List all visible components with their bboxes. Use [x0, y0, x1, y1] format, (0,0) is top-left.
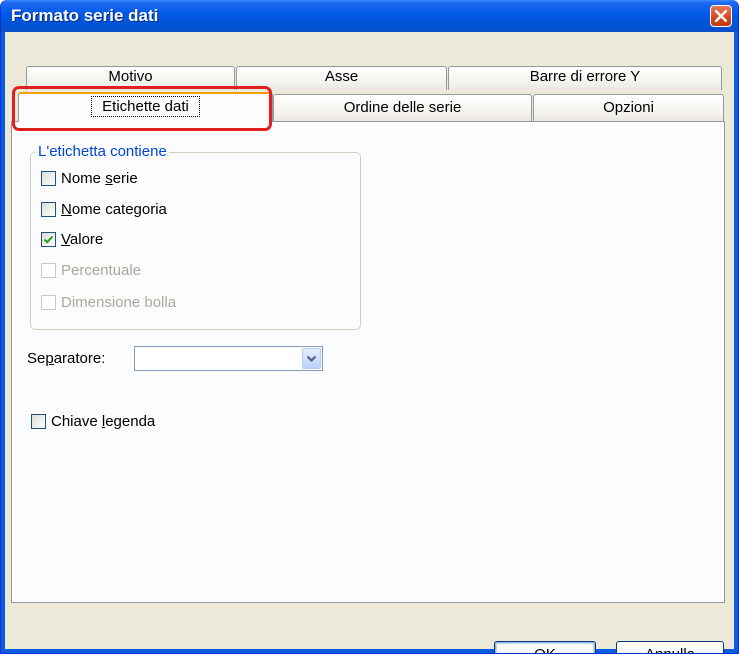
checkmark-icon — [43, 235, 54, 244]
tab-barre-di-errore-y[interactable]: Barre di errore Y — [448, 66, 722, 90]
checkbox-label: Chiave legenda — [51, 413, 156, 430]
tab-label: Motivo — [108, 68, 153, 85]
checkbox-box[interactable] — [41, 202, 56, 217]
annotation-highlight — [12, 86, 272, 131]
checkbox-box[interactable] — [41, 232, 56, 247]
tab-label: Barre di errore Y — [529, 68, 641, 85]
checkbox-nome-categoria[interactable]: Nome categoria — [41, 201, 167, 218]
tab-label: Asse — [324, 68, 359, 85]
checkbox-label: Dimensione bolla — [61, 294, 177, 311]
separator-label: Separatore: — [27, 350, 106, 367]
ok-button[interactable]: OK — [494, 641, 596, 653]
tab-label: Ordine delle serie — [343, 99, 462, 116]
checkbox-label: Nome categoria — [61, 201, 167, 218]
checkbox-dimensione-bolla: Dimensione bolla — [41, 294, 176, 311]
checkbox-box[interactable] — [31, 414, 46, 429]
checkbox-box — [41, 263, 56, 278]
close-button[interactable] — [710, 5, 732, 27]
checkbox-percentuale: Percentuale — [41, 262, 141, 279]
tab-ordine-delle-serie[interactable]: Ordine delle serie — [273, 94, 532, 122]
checkbox-label: Percentuale — [61, 262, 142, 279]
title-bar[interactable]: Formato serie dati — [1, 0, 738, 32]
groupbox-title: L'etichetta contiene — [36, 143, 169, 160]
dropdown-button[interactable] — [302, 348, 321, 369]
checkbox-box — [41, 295, 56, 310]
separator-dropdown[interactable] — [134, 346, 323, 371]
checkbox-valore[interactable]: Valore — [41, 231, 103, 248]
cancel-button[interactable]: Annulla — [616, 641, 724, 653]
window-title: Formato serie dati — [11, 6, 159, 25]
checkbox-nome-serie[interactable]: Nome serie — [41, 170, 138, 187]
checkbox-label: Valore — [61, 231, 104, 248]
checkbox-label: Nome serie — [61, 170, 138, 187]
checkbox-box[interactable] — [41, 171, 56, 186]
tab-opzioni[interactable]: Opzioni — [533, 94, 724, 122]
close-icon — [715, 10, 727, 22]
chevron-down-icon — [306, 355, 317, 363]
tab-label: Opzioni — [603, 99, 654, 116]
checkbox-chiave-legenda[interactable]: Chiave legenda — [31, 413, 155, 430]
